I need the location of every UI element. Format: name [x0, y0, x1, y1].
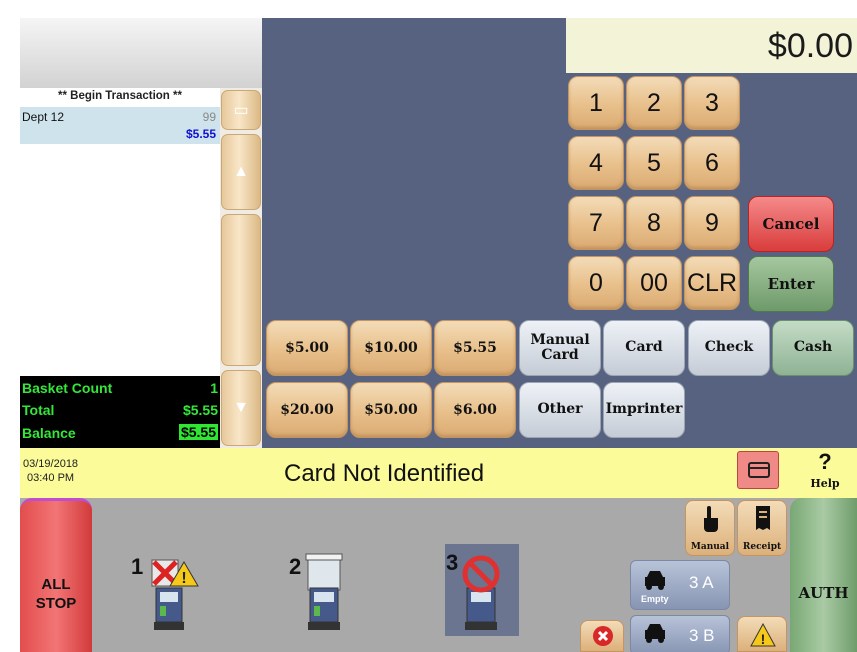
item-price: $5.55: [185, 127, 216, 141]
total-value: $5.55: [182, 402, 218, 418]
receipt-header: [20, 18, 262, 88]
total-label: Total: [22, 402, 55, 418]
cancel-button[interactable]: Cancel: [748, 196, 834, 252]
pump-number: 2: [289, 554, 302, 579]
select-line-button[interactable]: ▭: [221, 90, 261, 130]
hand-pointer-icon: [704, 506, 718, 532]
date-time: 03/19/2018 03:40 PM: [23, 458, 78, 486]
svg-text:!: !: [761, 631, 766, 647]
key-0[interactable]: 0: [568, 256, 624, 310]
list-item[interactable]: Dept 12 99 $5.55: [20, 107, 220, 144]
amount-display: $0.00: [566, 18, 857, 73]
date-label: 03/19/2018: [23, 458, 79, 470]
scroll-up-button[interactable]: ▲: [221, 134, 261, 210]
scroll-down-button[interactable]: ▼: [221, 370, 261, 446]
warning-button[interactable]: !: [737, 616, 787, 652]
arrow-down-icon: ▼: [233, 399, 249, 416]
fuel-pump-alert-icon: !: [151, 559, 199, 630]
cash-button[interactable]: Cash: [772, 320, 854, 376]
enter-button[interactable]: Enter: [748, 256, 834, 312]
arrow-up-icon: ▲: [233, 163, 249, 180]
item-quantity: 99: [202, 110, 216, 124]
car-icon: [645, 571, 665, 590]
card-button[interactable]: Card: [603, 320, 685, 376]
svg-text:!: !: [181, 570, 186, 587]
pump-3[interactable]: 3: [445, 544, 519, 636]
receipt-button[interactable]: Receipt: [737, 500, 787, 556]
warning-icon: !: [750, 623, 776, 647]
key-8[interactable]: 8: [626, 196, 682, 250]
key-7[interactable]: 7: [568, 196, 624, 250]
quick-cash-10-button[interactable]: $10.00: [350, 320, 432, 376]
key-4[interactable]: 4: [568, 136, 624, 190]
pump-1[interactable]: 1 !: [128, 550, 200, 630]
vehicle-slot-3b[interactable]: 3 B: [630, 615, 730, 652]
quick-cash-6-button[interactable]: $6.00: [434, 382, 516, 438]
question-icon: ?: [818, 449, 832, 474]
time-label: 03:40 PM: [26, 471, 75, 484]
manual-card-button[interactable]: Manual Card: [519, 320, 601, 376]
authorize-button[interactable]: AUTH: [790, 498, 857, 652]
receipt-list: ** Begin Transaction ** Dept 12 99 $5.55: [20, 88, 220, 376]
card-reader-button[interactable]: [737, 451, 779, 489]
help-button[interactable]: ? Help: [800, 450, 850, 494]
clear-button[interactable]: CLR: [684, 256, 740, 310]
exact-amount-button[interactable]: $5.55: [434, 320, 516, 376]
quick-cash-20-button[interactable]: $20.00: [266, 382, 348, 438]
key-9[interactable]: 9: [684, 196, 740, 250]
basket-count-label: Basket Count: [22, 380, 113, 396]
key-3[interactable]: 3: [684, 76, 740, 130]
status-bar: 03/19/2018 03:40 PM Card Not Identified …: [20, 448, 857, 498]
receipt-label: Receipt: [742, 542, 782, 552]
vehicle-status: Empty: [641, 594, 669, 604]
key-2[interactable]: 2: [626, 76, 682, 130]
vehicle-position: 3 B: [689, 626, 715, 645]
other-tender-button[interactable]: Other: [519, 382, 601, 438]
basket-count-value: 1: [210, 380, 218, 396]
receipt-scrollbar[interactable]: ▭ ▲ ▼: [220, 88, 262, 448]
key-5[interactable]: 5: [626, 136, 682, 190]
balance-label: Balance: [22, 425, 76, 441]
car-icon: [645, 624, 665, 643]
key-00[interactable]: 00: [626, 256, 682, 310]
vehicle-position: 3 A: [689, 573, 714, 592]
square-icon: ▭: [233, 102, 249, 119]
pump-2[interactable]: 2: [288, 550, 348, 630]
manual-button[interactable]: Manual: [685, 500, 735, 556]
fuel-pump-icon: [305, 553, 343, 630]
vehicle-slot-3a[interactable]: 3 A Empty: [630, 560, 730, 610]
scroll-track[interactable]: [221, 214, 261, 366]
item-name: Dept 12: [22, 110, 65, 124]
key-6[interactable]: 6: [684, 136, 740, 190]
imprinter-button[interactable]: Imprinter: [603, 382, 685, 438]
balance-value: $5.55: [178, 424, 218, 440]
fuel-pump-blocked-icon: [462, 555, 500, 630]
status-message: Card Not Identified: [284, 460, 485, 487]
totals-panel: Basket Count 1 Total $5.55 Balance $5.55: [20, 376, 220, 448]
quick-cash-50-button[interactable]: $50.00: [350, 382, 432, 438]
quick-cash-5-button[interactable]: $5.00: [266, 320, 348, 376]
receipt-icon: [756, 506, 770, 530]
error-x-icon: [593, 626, 613, 646]
begin-transaction-label: ** Begin Transaction **: [58, 90, 182, 102]
key-1[interactable]: 1: [568, 76, 624, 130]
pump-number: 1: [131, 554, 144, 579]
cancel-vehicle-button[interactable]: [580, 620, 624, 652]
check-button[interactable]: Check: [688, 320, 770, 376]
all-stop-button[interactable]: ALL STOP: [20, 498, 92, 652]
manual-label: Manual: [690, 542, 730, 552]
credit-card-icon: [748, 462, 770, 478]
help-label: Help: [810, 477, 840, 490]
